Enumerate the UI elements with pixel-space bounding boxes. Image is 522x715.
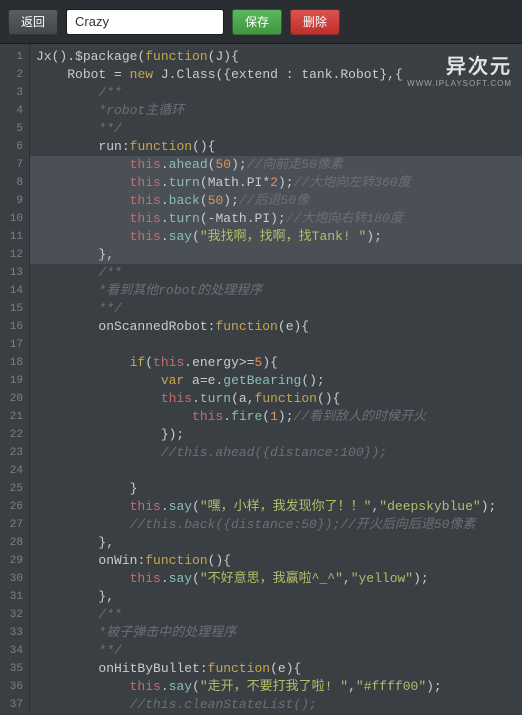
- line-number: 35: [0, 660, 29, 678]
- line-number: 6: [0, 138, 29, 156]
- line-number: 2: [0, 66, 29, 84]
- code-line[interactable]: onHitByBullet:function(e){: [30, 660, 522, 678]
- code-line[interactable]: [30, 336, 522, 354]
- line-number: 22: [0, 426, 29, 444]
- line-number: 7: [0, 156, 29, 174]
- code-line[interactable]: *被子弹击中的处理程序: [30, 624, 522, 642]
- line-number: 34: [0, 642, 29, 660]
- code-line[interactable]: this.ahead(50);//向前走50像素: [30, 156, 522, 174]
- line-number: 1: [0, 48, 29, 66]
- code-line[interactable]: onWin:function(){: [30, 552, 522, 570]
- code-line[interactable]: this.turn(a,function(){: [30, 390, 522, 408]
- line-number: 17: [0, 336, 29, 354]
- code-line[interactable]: this.say("走开，不要打我了啦! ","#ffff00");: [30, 678, 522, 696]
- code-line[interactable]: this.fire(1);//看到敌人的时候开火: [30, 408, 522, 426]
- line-number: 19: [0, 372, 29, 390]
- code-line[interactable]: this.say("不好意思，我赢啦^_^","yellow");: [30, 570, 522, 588]
- line-number: 12: [0, 246, 29, 264]
- code-line[interactable]: run:function(){: [30, 138, 522, 156]
- toolbar: 返回 保存 删除: [0, 0, 522, 44]
- code-line[interactable]: onScannedRobot:function(e){: [30, 318, 522, 336]
- code-line[interactable]: /**: [30, 264, 522, 282]
- code-line[interactable]: },: [30, 246, 522, 264]
- code-line[interactable]: *robot主循环: [30, 102, 522, 120]
- code-line[interactable]: }: [30, 480, 522, 498]
- line-number: 21: [0, 408, 29, 426]
- code-line[interactable]: var a=e.getBearing();: [30, 372, 522, 390]
- code-line[interactable]: this.turn(-Math.PI);//大炮向右转180度: [30, 210, 522, 228]
- line-number-gutter: 1234567891011121314151617181920212223242…: [0, 44, 30, 715]
- code-line[interactable]: Jx().$package(function(J){: [30, 48, 522, 66]
- code-line[interactable]: *看到其他robot的处理程序: [30, 282, 522, 300]
- code-line[interactable]: /**: [30, 606, 522, 624]
- code-line[interactable]: Robot = new J.Class({extend : tank.Robot…: [30, 66, 522, 84]
- code-line[interactable]: //this.ahead({distance:100});: [30, 444, 522, 462]
- line-number: 31: [0, 588, 29, 606]
- line-number: 25: [0, 480, 29, 498]
- line-number: 14: [0, 282, 29, 300]
- back-button[interactable]: 返回: [8, 9, 58, 35]
- line-number: 3: [0, 84, 29, 102]
- code-line[interactable]: //this.back({distance:50});//开火后向后退50像素: [30, 516, 522, 534]
- line-number: 9: [0, 192, 29, 210]
- save-button[interactable]: 保存: [232, 9, 282, 35]
- code-line[interactable]: **/: [30, 300, 522, 318]
- line-number: 36: [0, 678, 29, 696]
- line-number: 24: [0, 462, 29, 480]
- line-number: 13: [0, 264, 29, 282]
- line-number: 26: [0, 498, 29, 516]
- code-line[interactable]: **/: [30, 642, 522, 660]
- code-line[interactable]: this.turn(Math.PI*2);//大炮向左转360度: [30, 174, 522, 192]
- code-area[interactable]: Jx().$package(function(J){ Robot = new J…: [30, 44, 522, 715]
- line-number: 23: [0, 444, 29, 462]
- line-number: 4: [0, 102, 29, 120]
- code-line[interactable]: if(this.energy>=5){: [30, 354, 522, 372]
- line-number: 37: [0, 696, 29, 714]
- code-line[interactable]: this.say("我找啊，找啊，找Tank! ");: [30, 228, 522, 246]
- line-number: 30: [0, 570, 29, 588]
- line-number: 27: [0, 516, 29, 534]
- line-number: 32: [0, 606, 29, 624]
- robot-name-input[interactable]: [66, 9, 224, 35]
- code-line[interactable]: });: [30, 426, 522, 444]
- line-number: 15: [0, 300, 29, 318]
- line-number: 5: [0, 120, 29, 138]
- code-line[interactable]: /**: [30, 84, 522, 102]
- delete-button[interactable]: 删除: [290, 9, 340, 35]
- code-editor[interactable]: 1234567891011121314151617181920212223242…: [0, 44, 522, 715]
- line-number: 20: [0, 390, 29, 408]
- line-number: 16: [0, 318, 29, 336]
- code-line[interactable]: this.back(50);//后退50像: [30, 192, 522, 210]
- code-line[interactable]: this.say("嘿，小样，我发现你了！！","deepskyblue");: [30, 498, 522, 516]
- code-line[interactable]: **/: [30, 120, 522, 138]
- code-line[interactable]: //this.cleanStateList();: [30, 696, 522, 714]
- line-number: 11: [0, 228, 29, 246]
- line-number: 10: [0, 210, 29, 228]
- line-number: 18: [0, 354, 29, 372]
- code-line[interactable]: },: [30, 534, 522, 552]
- line-number: 28: [0, 534, 29, 552]
- line-number: 33: [0, 624, 29, 642]
- code-line[interactable]: [30, 462, 522, 480]
- line-number: 29: [0, 552, 29, 570]
- line-number: 8: [0, 174, 29, 192]
- code-line[interactable]: },: [30, 588, 522, 606]
